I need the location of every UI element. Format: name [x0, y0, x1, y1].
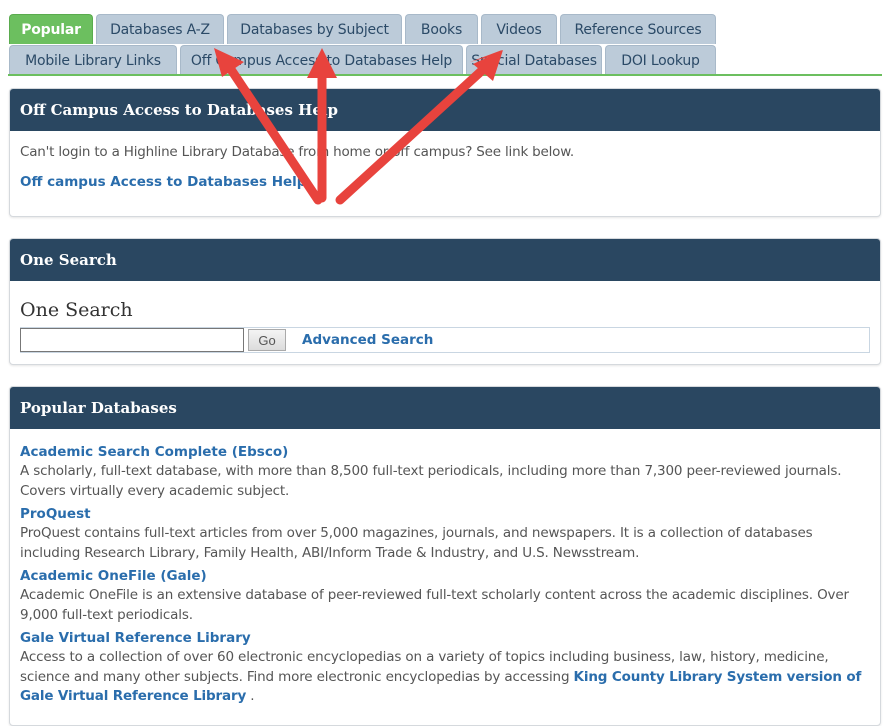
database-link-gale-virtual-reference[interactable]: Gale Virtual Reference Library	[20, 629, 870, 648]
search-input[interactable]	[20, 328, 244, 352]
database-description: Access to a collection of over 60 electr…	[20, 648, 870, 707]
tab-doi-lookup[interactable]: DOI Lookup	[605, 45, 716, 75]
tab-popular[interactable]: Popular	[9, 14, 93, 44]
description-tail: .	[246, 688, 255, 704]
off-campus-description: Can't login to a Highline Library Databa…	[20, 144, 574, 160]
one-search-panel: One Search One Search Go Advanced Search	[9, 238, 881, 365]
list-item: Academic Search Complete (Ebsco) A schol…	[20, 443, 870, 501]
popular-databases-panel: Popular Databases Academic Search Comple…	[9, 386, 881, 726]
go-button[interactable]: Go	[248, 329, 286, 351]
off-campus-help-link[interactable]: Off campus Access to Databases Help	[20, 174, 870, 190]
list-item: ProQuest ProQuest contains full-text art…	[20, 505, 870, 563]
tab-underline	[8, 74, 882, 76]
database-description: Academic OneFile is an extensive databas…	[20, 587, 849, 623]
database-description: A scholarly, full-text database, with mo…	[20, 463, 842, 499]
database-link-proquest[interactable]: ProQuest	[20, 505, 870, 524]
tab-off-campus-access[interactable]: Off Campus Access to Databases Help	[180, 45, 463, 75]
list-item: Gale Virtual Reference Library Access to…	[20, 629, 870, 707]
list-item: Academic OneFile (Gale) Academic OneFile…	[20, 567, 870, 625]
tab-databases-a-z[interactable]: Databases A-Z	[96, 14, 224, 44]
database-link-academic-onefile[interactable]: Academic OneFile (Gale)	[20, 567, 870, 586]
tab-videos[interactable]: Videos	[481, 14, 557, 44]
search-form: Go Advanced Search	[20, 327, 870, 353]
tab-databases-by-subject[interactable]: Databases by Subject	[227, 14, 402, 44]
panel-title: Off Campus Access to Databases Help	[10, 89, 880, 131]
advanced-search-link[interactable]: Advanced Search	[302, 332, 433, 348]
off-campus-panel: Off Campus Access to Databases Help Can'…	[9, 88, 881, 217]
panel-title: Popular Databases	[10, 387, 880, 429]
database-link-academic-search-complete[interactable]: Academic Search Complete (Ebsco)	[20, 443, 870, 462]
tab-mobile-library-links[interactable]: Mobile Library Links	[9, 45, 177, 75]
tab-bar: Popular Databases A-Z Databases by Subje…	[0, 0, 894, 76]
panel-title: One Search	[10, 239, 880, 281]
tab-books[interactable]: Books	[405, 14, 478, 44]
tab-reference-sources[interactable]: Reference Sources	[560, 14, 716, 44]
database-description: ProQuest contains full-text articles fro…	[20, 525, 813, 561]
one-search-heading: One Search	[20, 299, 133, 321]
tab-special-databases[interactable]: Special Databases	[466, 45, 602, 75]
